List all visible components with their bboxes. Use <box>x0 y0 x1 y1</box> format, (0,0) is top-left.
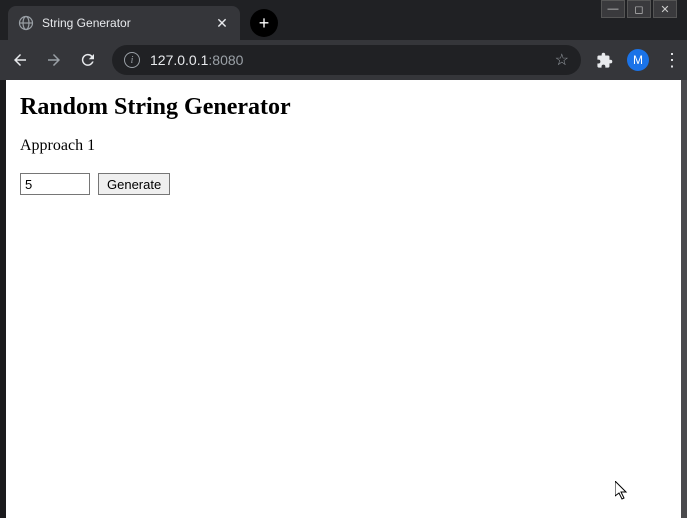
site-info-icon[interactable]: i <box>124 52 140 68</box>
tab-close-icon[interactable]: ✕ <box>214 15 230 31</box>
bookmark-star-icon[interactable]: ☆ <box>555 50 569 70</box>
address-bar[interactable]: i 127.0.0.1:8080 ☆ <box>112 45 581 75</box>
maximize-button[interactable]: ◻ <box>627 0 651 18</box>
cursor-icon <box>615 481 631 506</box>
vertical-scrollbar[interactable] <box>681 80 687 518</box>
minimize-button[interactable]: — <box>601 0 625 18</box>
tab-bar: String Generator ✕ + <box>0 0 687 40</box>
kebab-menu-icon[interactable]: ⋮ <box>663 50 677 71</box>
reload-button[interactable] <box>78 50 98 70</box>
generate-button[interactable]: Generate <box>98 173 170 195</box>
profile-avatar[interactable]: M <box>627 49 649 71</box>
forward-button[interactable] <box>44 50 64 70</box>
tab-title: String Generator <box>42 16 206 30</box>
generator-form: Generate <box>20 173 667 195</box>
globe-icon <box>18 15 34 31</box>
page-subheading: Approach 1 <box>20 137 667 155</box>
page-heading: Random String Generator <box>20 94 667 121</box>
url-text: 127.0.0.1:8080 <box>150 52 545 68</box>
window-close-button[interactable]: ✕ <box>653 0 677 18</box>
window-controls: — ◻ ✕ <box>601 0 677 18</box>
browser-chrome: String Generator ✕ + i 127.0.0.1:8080 ☆ … <box>0 0 687 80</box>
url-port: :8080 <box>208 52 243 68</box>
extensions-icon[interactable] <box>595 51 613 69</box>
new-tab-button[interactable]: + <box>250 9 278 37</box>
toolbar: i 127.0.0.1:8080 ☆ M ⋮ <box>0 40 687 80</box>
page-content: Random String Generator Approach 1 Gener… <box>6 80 681 518</box>
back-button[interactable] <box>10 50 30 70</box>
url-host: 127.0.0.1 <box>150 52 208 68</box>
length-input[interactable] <box>20 173 90 195</box>
tab-active[interactable]: String Generator ✕ <box>8 6 240 40</box>
